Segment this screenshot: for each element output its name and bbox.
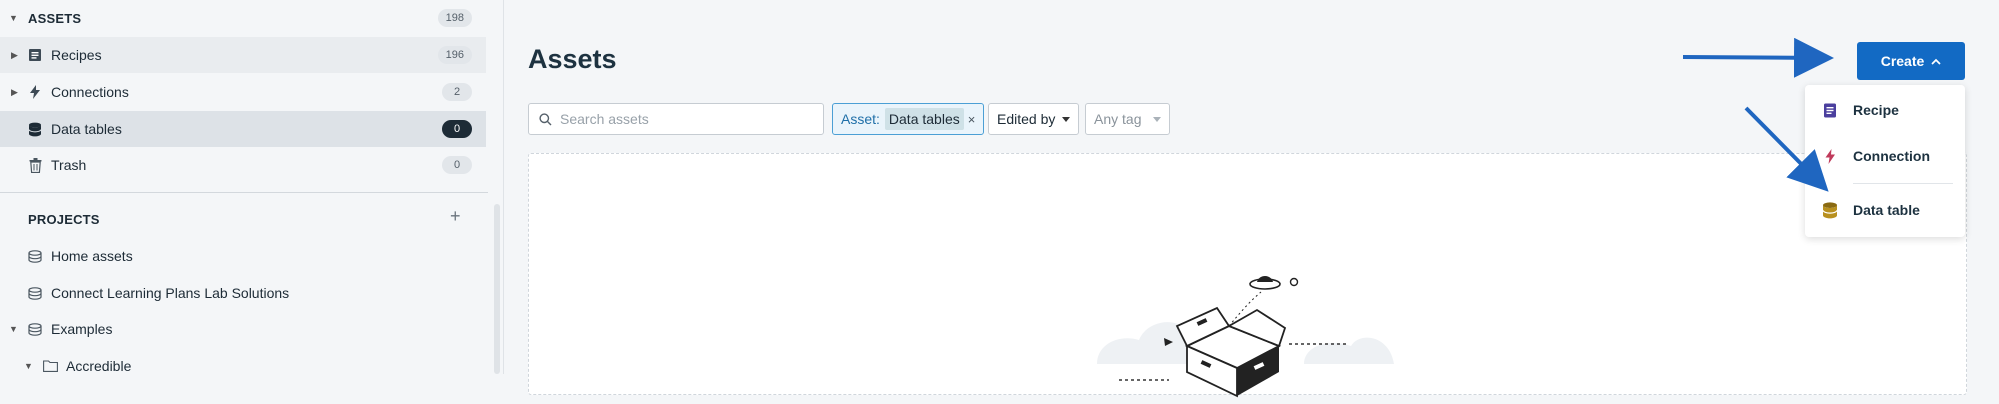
bolt-icon	[27, 84, 43, 100]
count-badge: 2	[442, 83, 472, 101]
caret-right-icon[interactable]: ▶	[11, 87, 18, 98]
sidebar-item-trash[interactable]: Trash 0	[0, 147, 486, 183]
sidebar-project-home-assets[interactable]: Home assets	[0, 238, 486, 274]
count-badge: 0	[442, 156, 472, 174]
asset-filter-chip[interactable]: Asset: Data tables ×	[832, 103, 985, 135]
menu-item-connection[interactable]: Connection	[1805, 136, 1965, 176]
menu-item-data-table[interactable]: Data table	[1805, 190, 1965, 230]
menu-item-label: Data table	[1853, 202, 1920, 218]
assets-section-header[interactable]: ▼ ASSETS 198	[0, 0, 486, 36]
search-input[interactable]: Search assets	[528, 103, 824, 135]
trash-icon	[27, 157, 43, 173]
data-table-icon	[1821, 201, 1839, 219]
sidebar-item-recipes[interactable]: ▶ Recipes 196	[0, 37, 486, 73]
project-label: Home assets	[51, 248, 133, 264]
sidebar-folder-accredible[interactable]: ▼ Accredible	[0, 348, 486, 374]
project-label: Examples	[51, 321, 113, 337]
any-tag-dropdown[interactable]: Any tag	[1085, 103, 1171, 135]
caret-down-icon	[1153, 116, 1162, 122]
menu-item-label: Recipe	[1853, 102, 1899, 118]
sidebar-divider	[0, 192, 488, 193]
page-title: Assets	[528, 44, 617, 74]
search-icon	[539, 112, 552, 126]
arrow-to-create-button	[1682, 37, 1834, 78]
create-button[interactable]: Create	[1857, 42, 1965, 80]
projects-section-header: PROJECTS	[0, 201, 486, 237]
sidebar-item-label: Recipes	[51, 47, 102, 63]
sidebar: ▼ ASSETS 198 ▶ Recipes 196 ▶ Connections…	[0, 0, 504, 374]
connection-icon	[1821, 147, 1839, 165]
edited-by-label: Edited by	[997, 111, 1056, 127]
empty-state-card	[528, 153, 1967, 398]
recipe-icon	[27, 47, 43, 63]
project-label: Connect Learning Plans Lab Solutions	[51, 285, 290, 301]
assets-section-label: ASSETS	[28, 10, 82, 26]
folder-label: Accredible	[66, 358, 132, 374]
create-dropdown-menu: Recipe Connection Data table	[1805, 85, 1965, 237]
sidebar-scrollbar[interactable]	[494, 204, 500, 374]
sidebar-item-label: Connections	[51, 84, 129, 100]
menu-item-label: Connection	[1853, 148, 1930, 164]
asset-filter-key: Asset:	[841, 111, 880, 127]
caret-down-icon	[1062, 116, 1071, 122]
projects-section-label: PROJECTS	[28, 211, 100, 227]
edited-by-dropdown[interactable]: Edited by	[988, 103, 1080, 135]
remove-filter-icon[interactable]: ×	[968, 112, 976, 127]
any-tag-label: Any tag	[1094, 111, 1142, 127]
project-stack-icon	[27, 248, 43, 264]
database-icon	[27, 121, 43, 137]
folder-icon	[42, 358, 58, 374]
sidebar-item-label: Trash	[51, 157, 87, 173]
chevron-up-icon	[1931, 58, 1941, 65]
sidebar-item-label: Data tables	[51, 121, 122, 137]
empty-box-illustration	[1097, 276, 1394, 398]
project-stack-icon	[27, 321, 43, 337]
caret-right-icon[interactable]: ▶	[11, 50, 18, 61]
menu-item-recipe[interactable]: Recipe	[1805, 90, 1965, 130]
caret-down-icon[interactable]: ▼	[24, 361, 33, 371]
add-project-icon[interactable]: +	[450, 206, 461, 227]
recipe-icon	[1821, 101, 1839, 119]
sidebar-project-connect-learning[interactable]: Connect Learning Plans Lab Solutions	[0, 275, 486, 311]
caret-down-icon[interactable]: ▼	[9, 324, 18, 334]
create-button-label: Create	[1880, 53, 1925, 69]
sidebar-item-connections[interactable]: ▶ Connections 2	[0, 74, 486, 110]
count-badge: 0	[442, 120, 472, 138]
sidebar-item-data-tables[interactable]: Data tables 0	[0, 111, 486, 147]
menu-divider	[1853, 183, 1953, 184]
search-placeholder: Search assets	[560, 111, 649, 127]
caret-down-icon[interactable]: ▼	[9, 13, 18, 23]
count-badge: 196	[437, 46, 472, 64]
asset-filter-value: Data tables	[884, 108, 964, 130]
assets-count-badge: 198	[437, 9, 472, 27]
sidebar-project-examples[interactable]: ▼ Examples	[0, 311, 486, 347]
project-stack-icon	[27, 285, 43, 301]
